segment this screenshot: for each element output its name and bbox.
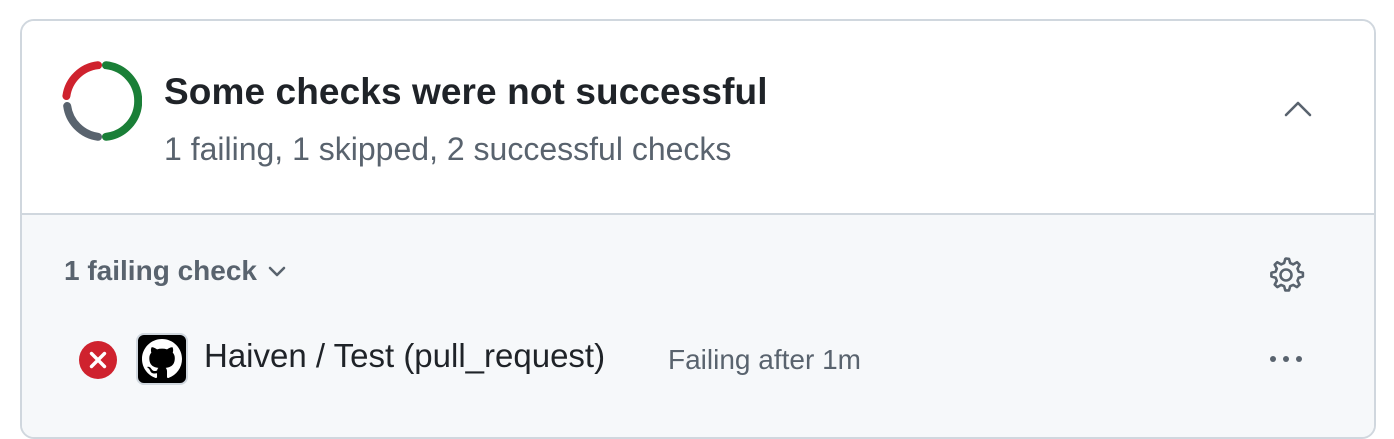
checks-subtitle: 1 failing, 1 skipped, 2 successful check… xyxy=(164,131,732,167)
chevron-down-icon xyxy=(268,266,286,277)
mixed-status-ring-icon xyxy=(62,61,142,141)
failing-checks-label: 1 failing check xyxy=(64,255,257,286)
x-circle-fill-icon xyxy=(79,341,117,379)
kebab-horizontal-icon[interactable] xyxy=(1262,337,1310,381)
failing-checks-toggle[interactable]: 1 failing check xyxy=(64,255,287,287)
github-mark-icon xyxy=(136,333,188,385)
chevron-up-icon xyxy=(1284,101,1312,117)
checks-title: Some checks were not successful xyxy=(164,71,768,112)
settings-button[interactable] xyxy=(1264,253,1308,297)
checks-body: 1 failing check Haiven / Test (pull_requ… xyxy=(22,215,1374,437)
checks-summary-card: Some checks were not successful 1 failin… xyxy=(20,19,1376,439)
check-row[interactable]: Haiven / Test (pull_request) Failing aft… xyxy=(22,333,1374,393)
check-status: Failing after 1m xyxy=(668,344,861,375)
collapse-button[interactable] xyxy=(1276,87,1320,131)
check-name-link[interactable]: Haiven / Test (pull_request) xyxy=(204,337,605,375)
gear-icon xyxy=(1270,257,1305,292)
checks-header: Some checks were not successful 1 failin… xyxy=(22,21,1374,215)
